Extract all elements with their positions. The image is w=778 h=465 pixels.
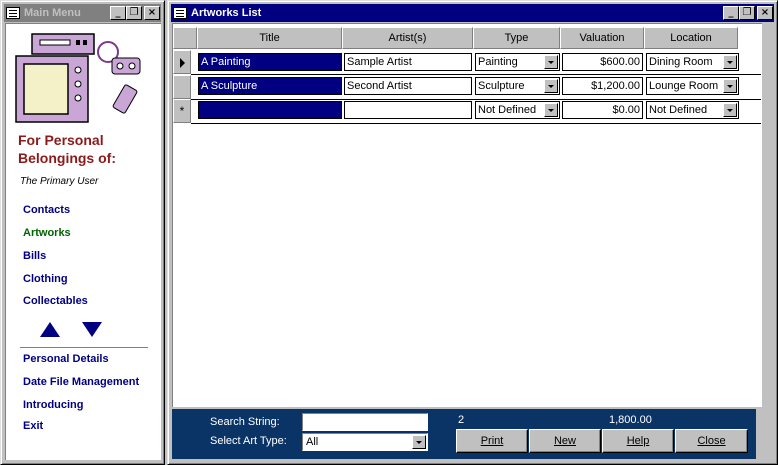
valuation-cell[interactable]: $0.00	[562, 101, 643, 119]
dropdown-arrow-icon[interactable]	[544, 55, 558, 69]
type-combo[interactable]: Sculpture	[475, 77, 560, 95]
form-icon	[173, 7, 187, 19]
owner-name: The Primary User	[20, 176, 99, 187]
column-header-artists[interactable]: Artist(s)	[342, 27, 473, 49]
record-count: 2	[458, 414, 465, 426]
valuation-cell[interactable]: $1,200.00	[562, 77, 643, 95]
heading-line-1: For Personal	[18, 132, 104, 148]
main-menu-title: Main Menu	[24, 7, 81, 19]
artworks-list-window: Artworks List _ ❐ × Title Artist(s) Type…	[167, 0, 778, 465]
artworks-window-title: Artworks List	[191, 7, 262, 19]
column-header-location[interactable]: Location	[644, 27, 738, 49]
vertical-scrollbar[interactable]	[762, 23, 774, 407]
row-selector-current[interactable]	[173, 50, 191, 74]
main-menu-window: Main Menu _ ❐ × For Personal Belongings …	[0, 0, 165, 465]
nav-collectables[interactable]: Collectables	[23, 295, 88, 307]
scroll-down-icon[interactable]	[82, 322, 102, 337]
title-cell[interactable]: A Sculpture	[198, 77, 342, 95]
dropdown-arrow-icon[interactable]	[723, 79, 737, 93]
nav-bills[interactable]: Bills	[23, 250, 46, 262]
belongings-heading: For Personal Belongings of:	[18, 131, 116, 167]
title-cell[interactable]: A Painting	[198, 53, 342, 71]
type-value: Not Defined	[478, 104, 537, 116]
artworks-datasheet: Title Artist(s) Type Valuation Location …	[172, 23, 762, 407]
dropdown-arrow-icon[interactable]	[723, 103, 737, 117]
valuation-cell[interactable]: $600.00	[562, 53, 643, 71]
corner-header	[173, 27, 197, 49]
close-button-label: Close	[697, 435, 726, 447]
minimize-button[interactable]: _	[110, 6, 126, 20]
new-button[interactable]: New	[529, 429, 601, 453]
location-value: Dining Room	[649, 56, 713, 68]
location-value: Lounge Room	[649, 80, 719, 92]
form-icon	[6, 7, 20, 19]
restore-button[interactable]: ❐	[739, 6, 755, 20]
help-button[interactable]: Help	[602, 429, 674, 453]
row-divider	[191, 74, 761, 75]
location-value: Not Defined	[649, 104, 708, 116]
column-header-title[interactable]: Title	[197, 27, 342, 49]
location-combo[interactable]: Dining Room	[646, 53, 739, 71]
art-type-select[interactable]: All	[302, 433, 428, 451]
nav-exit[interactable]: Exit	[23, 420, 43, 432]
valuation-total: 1,800.00	[609, 414, 652, 426]
location-combo[interactable]: Not Defined	[646, 101, 739, 119]
type-value: Sculpture	[478, 80, 525, 92]
artist-cell[interactable]: Sample Artist	[344, 53, 472, 71]
dropdown-arrow-icon[interactable]	[723, 55, 737, 69]
type-combo[interactable]: Painting	[475, 53, 560, 71]
menu-panel: For Personal Belongings of: The Primary …	[5, 23, 161, 460]
column-header-type[interactable]: Type	[473, 27, 560, 49]
main-menu-titlebar[interactable]: Main Menu _ ❐ ×	[4, 4, 161, 22]
new-record-selector[interactable]: *	[173, 99, 191, 123]
artworks-titlebar[interactable]: Artworks List _ ❐ ×	[171, 4, 774, 22]
help-button-label: Help	[626, 435, 650, 447]
nav-contacts[interactable]: Contacts	[23, 204, 70, 216]
art-type-value: All	[306, 436, 319, 448]
search-label: Search String:	[210, 416, 280, 428]
close-button[interactable]: ×	[144, 6, 160, 20]
dropdown-arrow-icon[interactable]	[412, 435, 426, 449]
row-divider	[191, 99, 761, 100]
location-combo[interactable]: Lounge Room	[646, 77, 739, 95]
nav-introducing[interactable]: Introducing	[23, 399, 84, 411]
print-button[interactable]: Print	[456, 429, 528, 453]
scroll-up-icon[interactable]	[40, 322, 60, 337]
type-value: Painting	[478, 56, 518, 68]
nav-personal-details[interactable]: Personal Details	[23, 353, 109, 365]
heading-line-2: Belongings of:	[18, 150, 116, 166]
type-combo[interactable]: Not Defined	[475, 101, 560, 119]
close-button[interactable]: ×	[757, 6, 773, 20]
artworks-footer: Search String: Select Art Type: All 2 1,…	[172, 409, 756, 459]
new-button-label: New	[553, 435, 576, 447]
dropdown-arrow-icon[interactable]	[544, 79, 558, 93]
row-selector[interactable]	[173, 75, 191, 99]
print-button-label: Print	[480, 435, 504, 447]
column-header-valuation[interactable]: Valuation	[560, 27, 644, 49]
minimize-button[interactable]: _	[723, 6, 739, 20]
close-form-button[interactable]: Close	[675, 429, 748, 453]
artist-cell[interactable]	[344, 101, 472, 119]
restore-button[interactable]: ❐	[126, 6, 142, 20]
row-divider	[191, 123, 761, 124]
nav-clothing[interactable]: Clothing	[23, 273, 68, 285]
nav-date-file-management[interactable]: Date File Management	[23, 376, 139, 388]
menu-divider	[20, 347, 148, 349]
artist-cell[interactable]: Second Artist	[344, 77, 472, 95]
dropdown-arrow-icon[interactable]	[544, 103, 558, 117]
title-cell[interactable]	[198, 101, 342, 119]
art-type-label: Select Art Type:	[210, 435, 287, 447]
search-input[interactable]	[302, 413, 428, 431]
electronics-logo-icon	[15, 33, 141, 123]
nav-artworks[interactable]: Artworks	[23, 227, 71, 239]
